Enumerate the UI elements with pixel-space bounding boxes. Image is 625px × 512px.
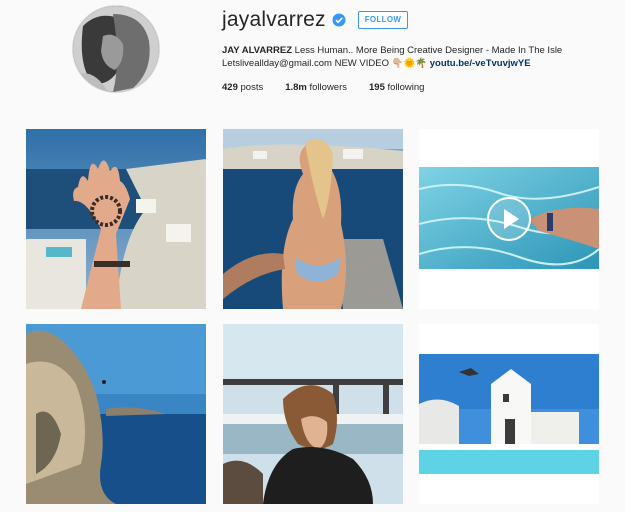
verified-badge-icon: [332, 13, 346, 27]
bio-line-2: Letsliveallday@gmail.com NEW VIDEO 👇🏼🌞🌴 …: [222, 57, 622, 70]
posts-count: 429: [222, 82, 238, 93]
username: jayalvarrez: [222, 8, 326, 31]
profile-stats: 429 posts 1.8m followers 195 following: [222, 82, 622, 93]
post-thumbnail[interactable]: [26, 324, 206, 504]
bio-description: Less Human.. More Being Creative Designe…: [292, 45, 563, 56]
bio-emoji-text: 👇🏼🌞🌴: [391, 58, 428, 69]
followers-label: followers: [306, 82, 348, 93]
post-thumbnail[interactable]: [419, 324, 599, 504]
posts-label: posts: [237, 82, 264, 93]
profile-avatar[interactable]: [72, 5, 160, 93]
followers-stat[interactable]: 1.8m followers: [285, 82, 347, 93]
post-thumbnail[interactable]: [223, 129, 403, 309]
bio: JAY ALVARREZ Less Human.. More Being Cre…: [222, 44, 622, 70]
bio-link[interactable]: youtu.be/-veTvuvjwYE: [430, 58, 531, 69]
followers-count: 1.8m: [285, 82, 307, 93]
bio-full-name: JAY ALVARREZ: [222, 45, 293, 56]
following-label: following: [384, 82, 425, 93]
profile-header: jayalvarrez FOLLOW JAY ALVARREZ Less Hum…: [222, 8, 622, 93]
posts-stat: 429 posts: [222, 82, 263, 93]
post-thumbnail[interactable]: [26, 129, 206, 309]
avatar-photo: [73, 6, 159, 92]
follow-button[interactable]: FOLLOW: [357, 11, 409, 29]
bio-line-1: JAY ALVARREZ Less Human.. More Being Cre…: [222, 44, 622, 57]
post-thumbnail[interactable]: [223, 324, 403, 504]
following-stat[interactable]: 195 following: [369, 82, 424, 93]
following-count: 195: [369, 82, 385, 93]
title-row: jayalvarrez FOLLOW: [222, 8, 622, 32]
play-icon[interactable]: [486, 196, 532, 242]
post-video-thumbnail[interactable]: [419, 129, 599, 309]
bio-contact: Letsliveallday@gmail.com NEW VIDEO: [222, 58, 392, 69]
